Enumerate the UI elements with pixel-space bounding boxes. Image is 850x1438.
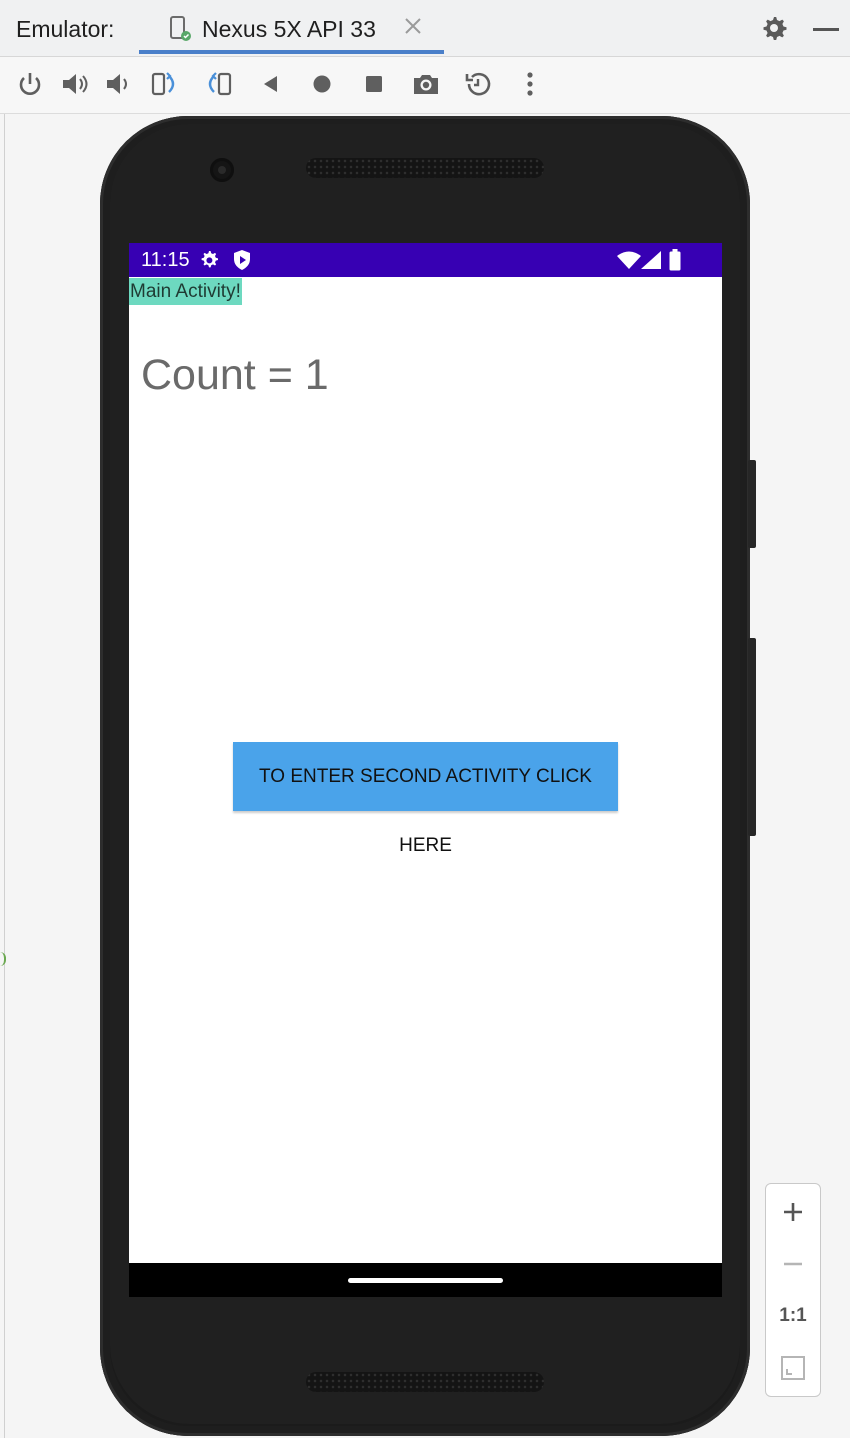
zoom-actual-size-button[interactable]: 1:1: [766, 1290, 820, 1342]
settings-gear-icon[interactable]: [760, 14, 788, 42]
settings-notification-icon: [201, 251, 218, 268]
home-icon[interactable]: [307, 69, 337, 99]
wifi-icon: [617, 251, 641, 269]
shield-notification-icon: [234, 250, 250, 270]
rotate-left-icon[interactable]: [150, 69, 180, 99]
power-icon[interactable]: [15, 69, 45, 99]
zoom-controls: 1:1: [765, 1183, 821, 1397]
cell-signal-icon: [641, 251, 661, 269]
zoom-in-button[interactable]: [766, 1186, 820, 1238]
android-status-bar: 11:15: [129, 243, 722, 277]
panel-divider: [4, 114, 5, 1438]
emulator-header: Emulator: Nexus 5X API 33: [0, 0, 850, 57]
volume-down-icon[interactable]: [104, 69, 134, 99]
zoom-fit-button[interactable]: [766, 1342, 820, 1394]
volume-side-button[interactable]: [748, 638, 756, 836]
front-camera-icon: [210, 158, 234, 182]
plus-icon: [784, 1203, 802, 1221]
count-text: Count = 1: [141, 351, 329, 399]
device-screen[interactable]: 11:15 Main Activity! Count = 1 TO ENTER …: [129, 243, 722, 1297]
more-options-icon[interactable]: [515, 69, 545, 99]
power-side-button[interactable]: [748, 460, 756, 548]
activity-label: Main Activity!: [129, 278, 242, 305]
minus-icon: [784, 1262, 802, 1266]
device-running-icon: [170, 16, 191, 41]
device-tab-label: Nexus 5X API 33: [202, 16, 376, 42]
overview-icon[interactable]: [359, 69, 389, 99]
emulator-toolbar: [0, 57, 850, 114]
close-icon[interactable]: [403, 16, 423, 36]
minimize-icon[interactable]: [813, 28, 839, 31]
actual-size-label: 1:1: [779, 1305, 807, 1326]
emulator-label: Emulator:: [16, 16, 115, 42]
fit-screen-icon: [781, 1356, 805, 1380]
bottom-speaker-grille: [306, 1372, 544, 1392]
rotate-right-icon[interactable]: [203, 69, 233, 99]
status-time: 11:15: [141, 249, 190, 271]
battery-icon: [669, 249, 681, 271]
snapshot-restore-icon[interactable]: [463, 69, 493, 99]
enter-second-activity-button[interactable]: TO ENTER SECOND ACTIVITY CLICK HERE: [233, 742, 618, 856]
top-speaker-grille: [306, 158, 544, 178]
screenshot-camera-icon[interactable]: [411, 69, 441, 99]
home-gesture-handle[interactable]: [348, 1278, 503, 1283]
back-icon[interactable]: [256, 69, 286, 99]
volume-up-icon[interactable]: [60, 69, 90, 99]
device-tab[interactable]: Nexus 5X API 33: [139, 0, 444, 54]
zoom-out-button[interactable]: [766, 1238, 820, 1290]
gesture-nav-bar: [129, 1263, 722, 1297]
